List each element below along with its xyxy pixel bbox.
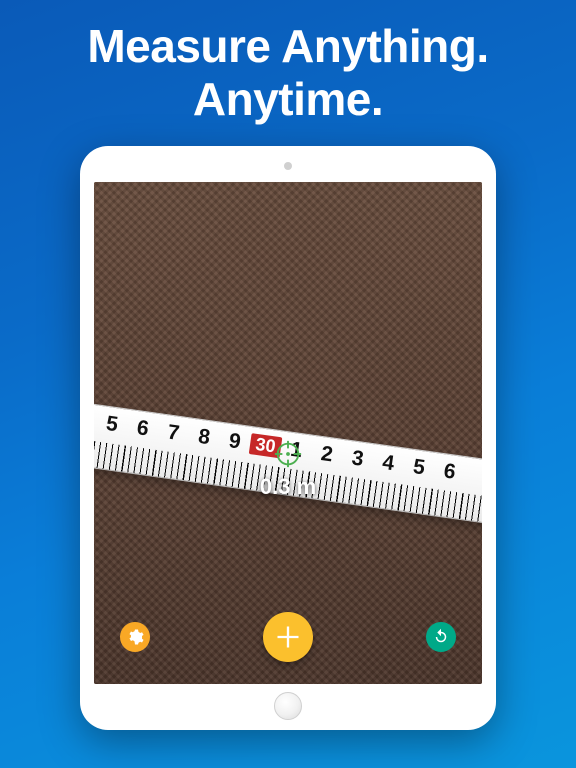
reset-button[interactable] [426,622,456,652]
plus-icon [274,623,302,651]
app-screen: 45678930123456 0.3 m [94,182,482,684]
crosshair-icon[interactable] [273,439,303,469]
headline-line-1: Measure Anything. [87,20,488,72]
device-home-button [274,692,302,720]
status-bar [94,182,482,198]
promo-headline: Measure Anything. Anytime. [87,20,488,126]
ruler-number: 5 [402,454,436,479]
ruler-number: 5 [95,411,129,436]
settings-button[interactable] [120,622,150,652]
ruler-number: 6 [126,416,160,441]
device-camera-dot [284,162,292,170]
ruler-number: 9 [218,429,252,454]
ruler-number: 3 [341,446,375,471]
gear-icon [126,628,144,646]
add-point-button[interactable] [263,612,313,662]
headline-line-2: Anytime. [193,73,383,125]
crosshair-svg [273,439,303,469]
bottom-toolbar [94,612,482,662]
ruler-number: 6 [433,459,467,484]
ruler-number: 2 [310,442,344,467]
refresh-icon [432,628,450,646]
ruler-number: 8 [187,424,221,449]
measurement-readout: 0.3 m [260,474,316,500]
ruler-number: 4 [372,450,406,475]
tablet-device-frame: 45678930123456 0.3 m [80,146,496,730]
ruler-number: 7 [157,420,191,445]
